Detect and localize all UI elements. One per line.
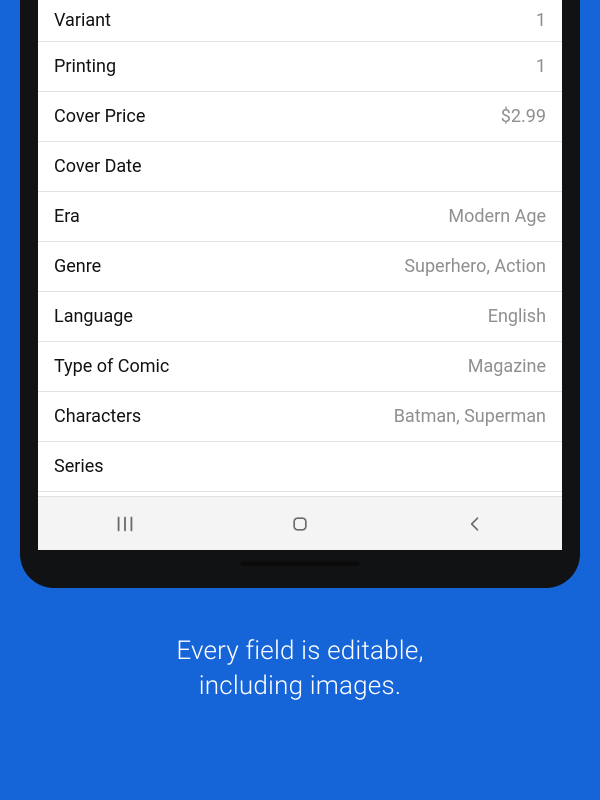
field-value: $2.99 bbox=[501, 106, 546, 127]
home-button[interactable] bbox=[260, 504, 340, 544]
device-screen: Variant 1 Printing 1 Cover Price $2.99 C… bbox=[38, 0, 562, 550]
field-label: Era bbox=[54, 206, 80, 227]
field-value: English bbox=[488, 306, 546, 327]
field-value: 1 bbox=[536, 10, 546, 31]
chevron-left-icon bbox=[465, 514, 485, 534]
recents-button[interactable] bbox=[85, 504, 165, 544]
list-item[interactable]: Cover Price $2.99 bbox=[38, 92, 562, 142]
home-icon bbox=[290, 514, 310, 534]
field-value: Superhero, Action bbox=[404, 256, 546, 277]
field-value: Magazine bbox=[468, 356, 546, 377]
marketing-caption: Every field is editable, including image… bbox=[176, 634, 423, 704]
list-item[interactable]: Cover Date bbox=[38, 142, 562, 192]
field-value: Modern Age bbox=[448, 206, 546, 227]
field-label: Printing bbox=[54, 56, 116, 77]
list-item[interactable]: Characters Batman, Superman bbox=[38, 392, 562, 442]
field-label: Cover Date bbox=[54, 156, 142, 177]
caption-line-1: Every field is editable, bbox=[176, 636, 423, 666]
list-item[interactable]: Series bbox=[38, 442, 562, 492]
device-speaker bbox=[240, 560, 360, 566]
back-button[interactable] bbox=[435, 504, 515, 544]
field-label: Characters bbox=[54, 406, 141, 427]
field-label: Series bbox=[54, 456, 104, 477]
android-nav-bar bbox=[38, 496, 562, 550]
list-item[interactable]: Printing 1 bbox=[38, 42, 562, 92]
field-label: Genre bbox=[54, 256, 101, 277]
caption-line-2: including images. bbox=[199, 671, 402, 701]
device-frame: Variant 1 Printing 1 Cover Price $2.99 C… bbox=[20, 0, 580, 588]
list-item[interactable]: Genre Superhero, Action bbox=[38, 242, 562, 292]
field-value: Batman, Superman bbox=[394, 406, 546, 427]
field-label: Language bbox=[54, 306, 133, 327]
list-item[interactable]: Era Modern Age bbox=[38, 192, 562, 242]
field-list: Variant 1 Printing 1 Cover Price $2.99 C… bbox=[38, 0, 562, 496]
field-label: Variant bbox=[54, 10, 111, 31]
field-label: Cover Price bbox=[54, 106, 145, 127]
field-label: Type of Comic bbox=[54, 356, 169, 377]
list-item[interactable]: Variant 1 bbox=[38, 0, 562, 42]
recents-icon bbox=[114, 513, 136, 535]
list-item[interactable]: Type of Comic Magazine bbox=[38, 342, 562, 392]
list-item[interactable]: Language English bbox=[38, 292, 562, 342]
field-value: 1 bbox=[536, 56, 546, 77]
